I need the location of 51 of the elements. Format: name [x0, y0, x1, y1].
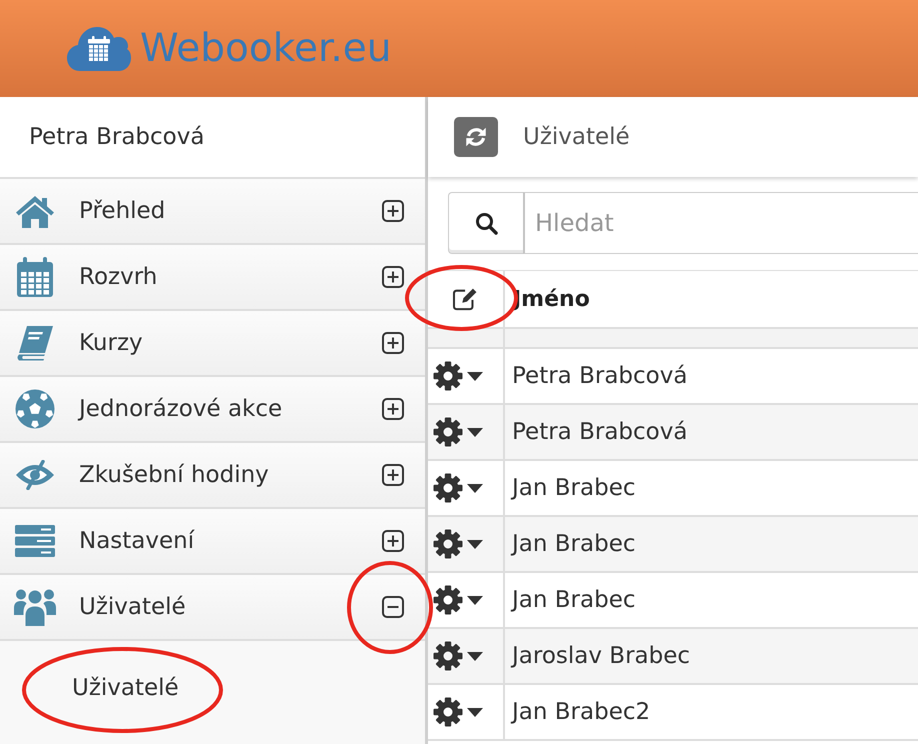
caret-icon — [467, 540, 483, 548]
table-cell: Jan Brabec — [512, 531, 636, 557]
page-title: Uživatelé — [523, 124, 630, 150]
row-actions-button[interactable] — [433, 641, 483, 671]
gear-icon — [433, 417, 463, 447]
refresh-button[interactable] — [454, 117, 498, 157]
plus-square-icon[interactable] — [382, 200, 404, 222]
table-cell: Jan Brabec — [512, 587, 636, 613]
user-name: Petra Brabcová — [29, 124, 204, 150]
gear-icon — [433, 529, 463, 559]
caret-icon — [467, 708, 483, 716]
row-actions-button[interactable] — [433, 473, 483, 503]
plus-square-icon[interactable] — [382, 332, 404, 354]
gear-icon — [433, 641, 463, 671]
row-actions-button[interactable] — [433, 529, 483, 559]
row-actions-button[interactable] — [433, 697, 483, 727]
row-actions-button[interactable] — [433, 361, 483, 391]
gear-icon — [433, 585, 463, 615]
caret-icon — [467, 652, 483, 660]
plus-square-icon[interactable] — [382, 464, 404, 486]
stacked-bars-icon — [15, 525, 55, 557]
search-icon — [474, 212, 498, 234]
logo-text: Webooker.eu — [140, 29, 392, 68]
table-cell: Petra Brabcová — [512, 363, 688, 389]
caret-icon — [467, 372, 483, 380]
gear-icon — [433, 361, 463, 391]
table-cell: Jan Brabec2 — [512, 699, 650, 725]
edit-icon[interactable] — [452, 287, 480, 311]
caret-icon — [467, 484, 483, 492]
eye-slash-icon — [15, 460, 55, 490]
row-actions-button[interactable] — [433, 417, 483, 447]
plus-square-icon[interactable] — [382, 530, 404, 552]
plus-square-icon[interactable] — [382, 266, 404, 288]
soccer-ball-icon — [15, 389, 55, 429]
sub-nav-link[interactable]: Uživatelé — [72, 675, 179, 701]
caret-icon — [467, 428, 483, 436]
table-cell: Jan Brabec — [512, 475, 636, 501]
search-field[interactable]: Hledat — [523, 192, 918, 254]
minus-square-icon[interactable] — [382, 596, 404, 618]
book-icon — [16, 325, 54, 361]
row-actions-button[interactable] — [433, 585, 483, 615]
caret-icon — [467, 596, 483, 604]
gear-icon — [433, 473, 463, 503]
table-cell: Petra Brabcová — [512, 419, 688, 445]
search-button[interactable] — [448, 192, 523, 254]
plus-square-icon[interactable] — [382, 398, 404, 420]
users-icon — [14, 588, 56, 626]
gear-icon — [433, 697, 463, 727]
home-icon — [15, 194, 55, 228]
table-cell: Jaroslav Brabec — [512, 643, 690, 669]
calendar-icon — [16, 257, 54, 297]
